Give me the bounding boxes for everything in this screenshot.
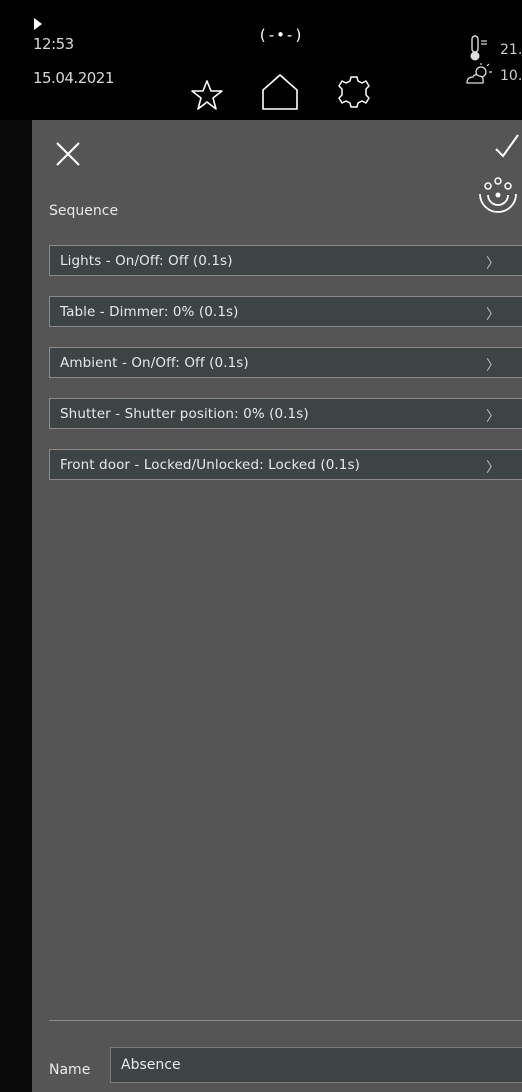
home-icon[interactable]: [260, 72, 300, 112]
scene-icon: [479, 177, 517, 213]
sequence-item-lights[interactable]: Lights - On/Off: Off (0.1s) 〉: [49, 245, 522, 276]
sequence-item-table[interactable]: Table - Dimmer: 0% (0.1s) 〉: [49, 296, 522, 327]
name-input[interactable]: [110, 1047, 522, 1083]
sequence-item-label: Front door - Locked/Unlocked: Locked (0.…: [60, 457, 360, 473]
sequence-item-shutter[interactable]: Shutter - Shutter position: 0% (0.1s) 〉: [49, 398, 522, 429]
clock-date: 15.04.2021: [33, 69, 114, 87]
sequence-item-label: Shutter - Shutter position: 0% (0.1s): [60, 406, 309, 422]
sequence-list: Lights - On/Off: Off (0.1s) 〉 Table - Di…: [49, 245, 522, 500]
temperature-value: 21.: [500, 42, 522, 58]
sequence-item-label: Table - Dimmer: 0% (0.1s): [60, 304, 239, 320]
chevron-right-icon: 〉: [486, 460, 500, 476]
checkmark-icon[interactable]: [494, 132, 520, 160]
gear-icon[interactable]: [336, 74, 372, 110]
chevron-right-icon: 〉: [486, 307, 500, 323]
sequence-item-label: Ambient - On/Off: Off (0.1s): [60, 355, 249, 371]
play-icon[interactable]: [34, 18, 42, 30]
weather-value: 10.: [500, 68, 522, 84]
chevron-right-icon: 〉: [486, 358, 500, 374]
thermometer-icon: [470, 35, 487, 61]
name-label: Name: [49, 1062, 91, 1078]
star-icon[interactable]: [190, 78, 224, 112]
chevron-right-icon: 〉: [486, 256, 500, 272]
chevron-right-icon: 〉: [486, 409, 500, 425]
partly-cloudy-icon: [466, 63, 492, 84]
status-bar: 12:53 15.04.2021 (-•-) 21. 10.: [0, 0, 522, 120]
sequence-item-front-door[interactable]: Front door - Locked/Unlocked: Locked (0.…: [49, 449, 522, 480]
sequence-item-ambient[interactable]: Ambient - On/Off: Off (0.1s) 〉: [49, 347, 522, 378]
section-title: Sequence: [49, 203, 119, 219]
divider: [49, 1020, 522, 1021]
clock-time: 12:53: [33, 35, 74, 53]
sequence-item-label: Lights - On/Off: Off (0.1s): [60, 253, 233, 269]
close-icon[interactable]: [54, 140, 82, 168]
connection-status: (-•-): [258, 26, 304, 44]
sequence-editor-panel: Sequence Lights - On/Off: Off (0.1s) 〉 T…: [32, 120, 522, 1092]
